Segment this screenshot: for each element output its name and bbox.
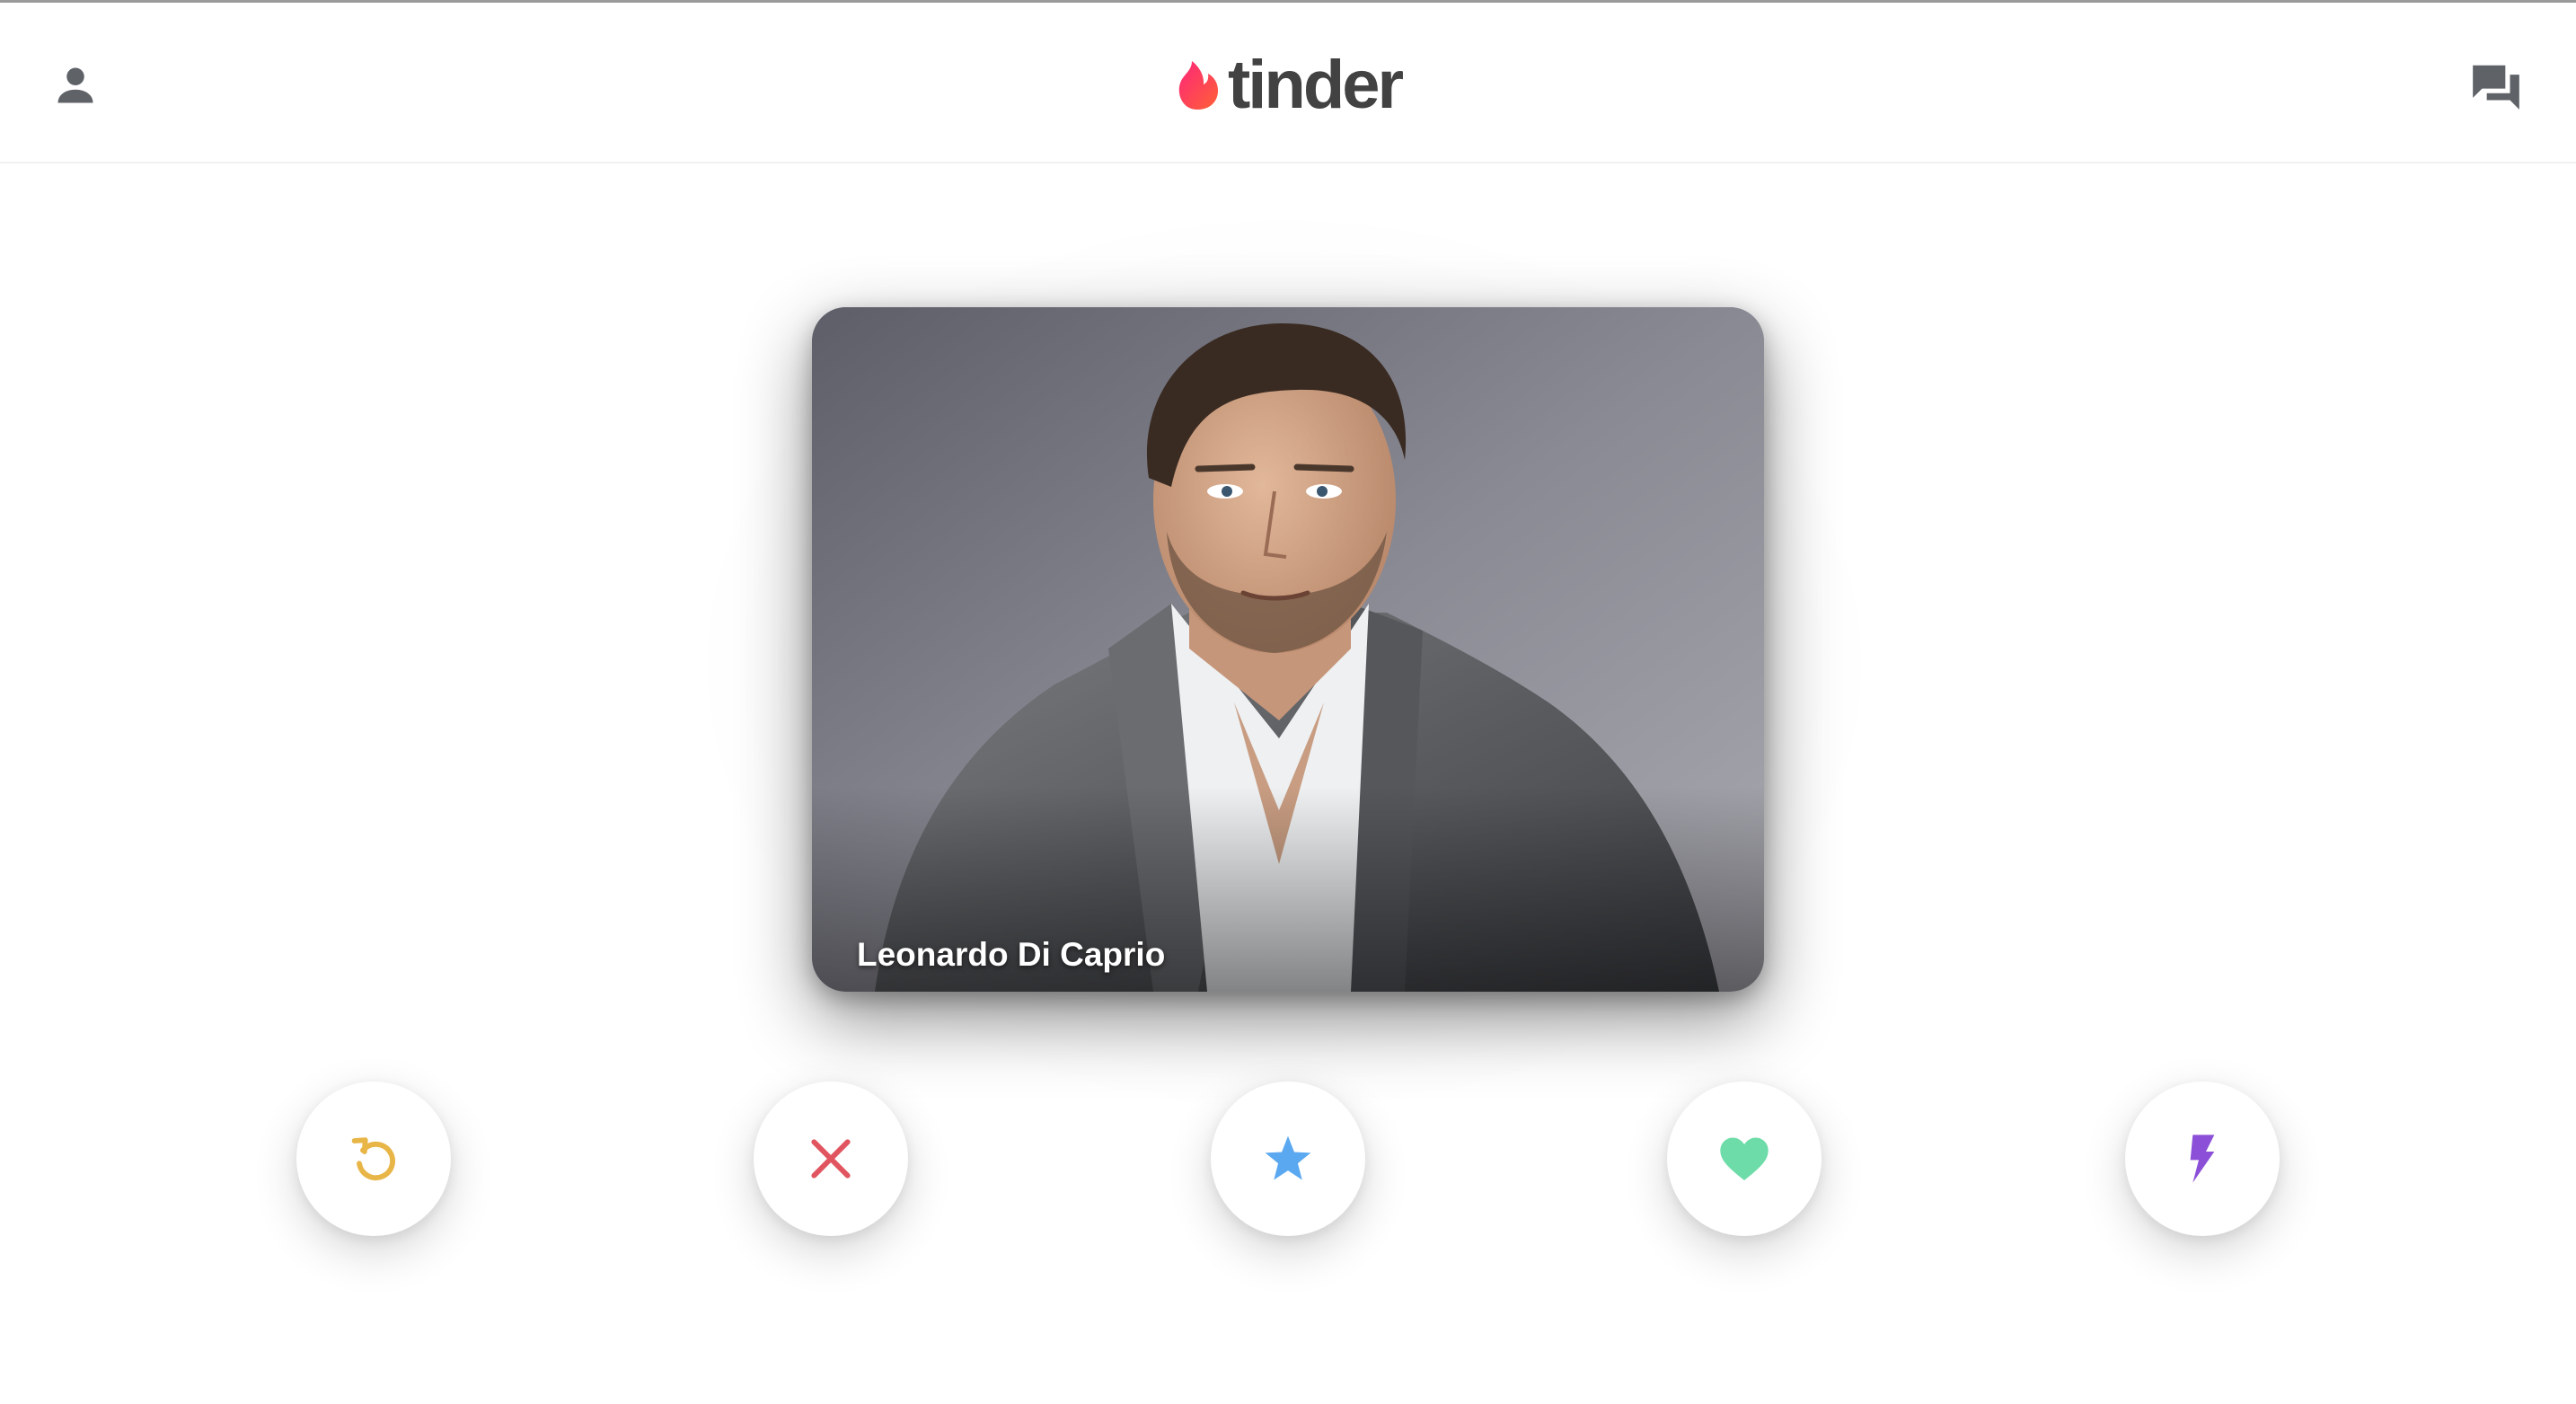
tinder-logo: tinder	[1172, 47, 1404, 123]
profile-photo	[812, 307, 1764, 992]
profile-button[interactable]	[47, 57, 104, 114]
rewind-button[interactable]	[296, 1082, 451, 1236]
close-icon	[811, 1139, 851, 1179]
app-page: tinder Leonardo Di Caprio	[0, 0, 2576, 1404]
profile-card[interactable]: Leonardo Di Caprio	[812, 307, 1764, 992]
top-bar: tinder	[0, 3, 2576, 163]
profile-name: Leonardo Di Caprio	[857, 936, 1166, 973]
boost-button[interactable]	[2125, 1082, 2280, 1236]
logo-wordmark: tinder	[1228, 47, 1404, 123]
flame-icon	[1178, 61, 1219, 110]
like-button[interactable]	[1667, 1082, 1822, 1236]
messages-button[interactable]	[2465, 55, 2527, 118]
super-like-button[interactable]	[1211, 1082, 1365, 1236]
heart-icon	[1720, 1137, 1769, 1180]
person-icon	[57, 67, 93, 103]
star-icon	[1265, 1135, 1311, 1180]
lightning-icon	[2190, 1135, 2215, 1183]
chat-bubbles-icon	[2473, 65, 2519, 110]
rewind-icon	[351, 1137, 396, 1181]
nope-button[interactable]	[754, 1082, 908, 1236]
